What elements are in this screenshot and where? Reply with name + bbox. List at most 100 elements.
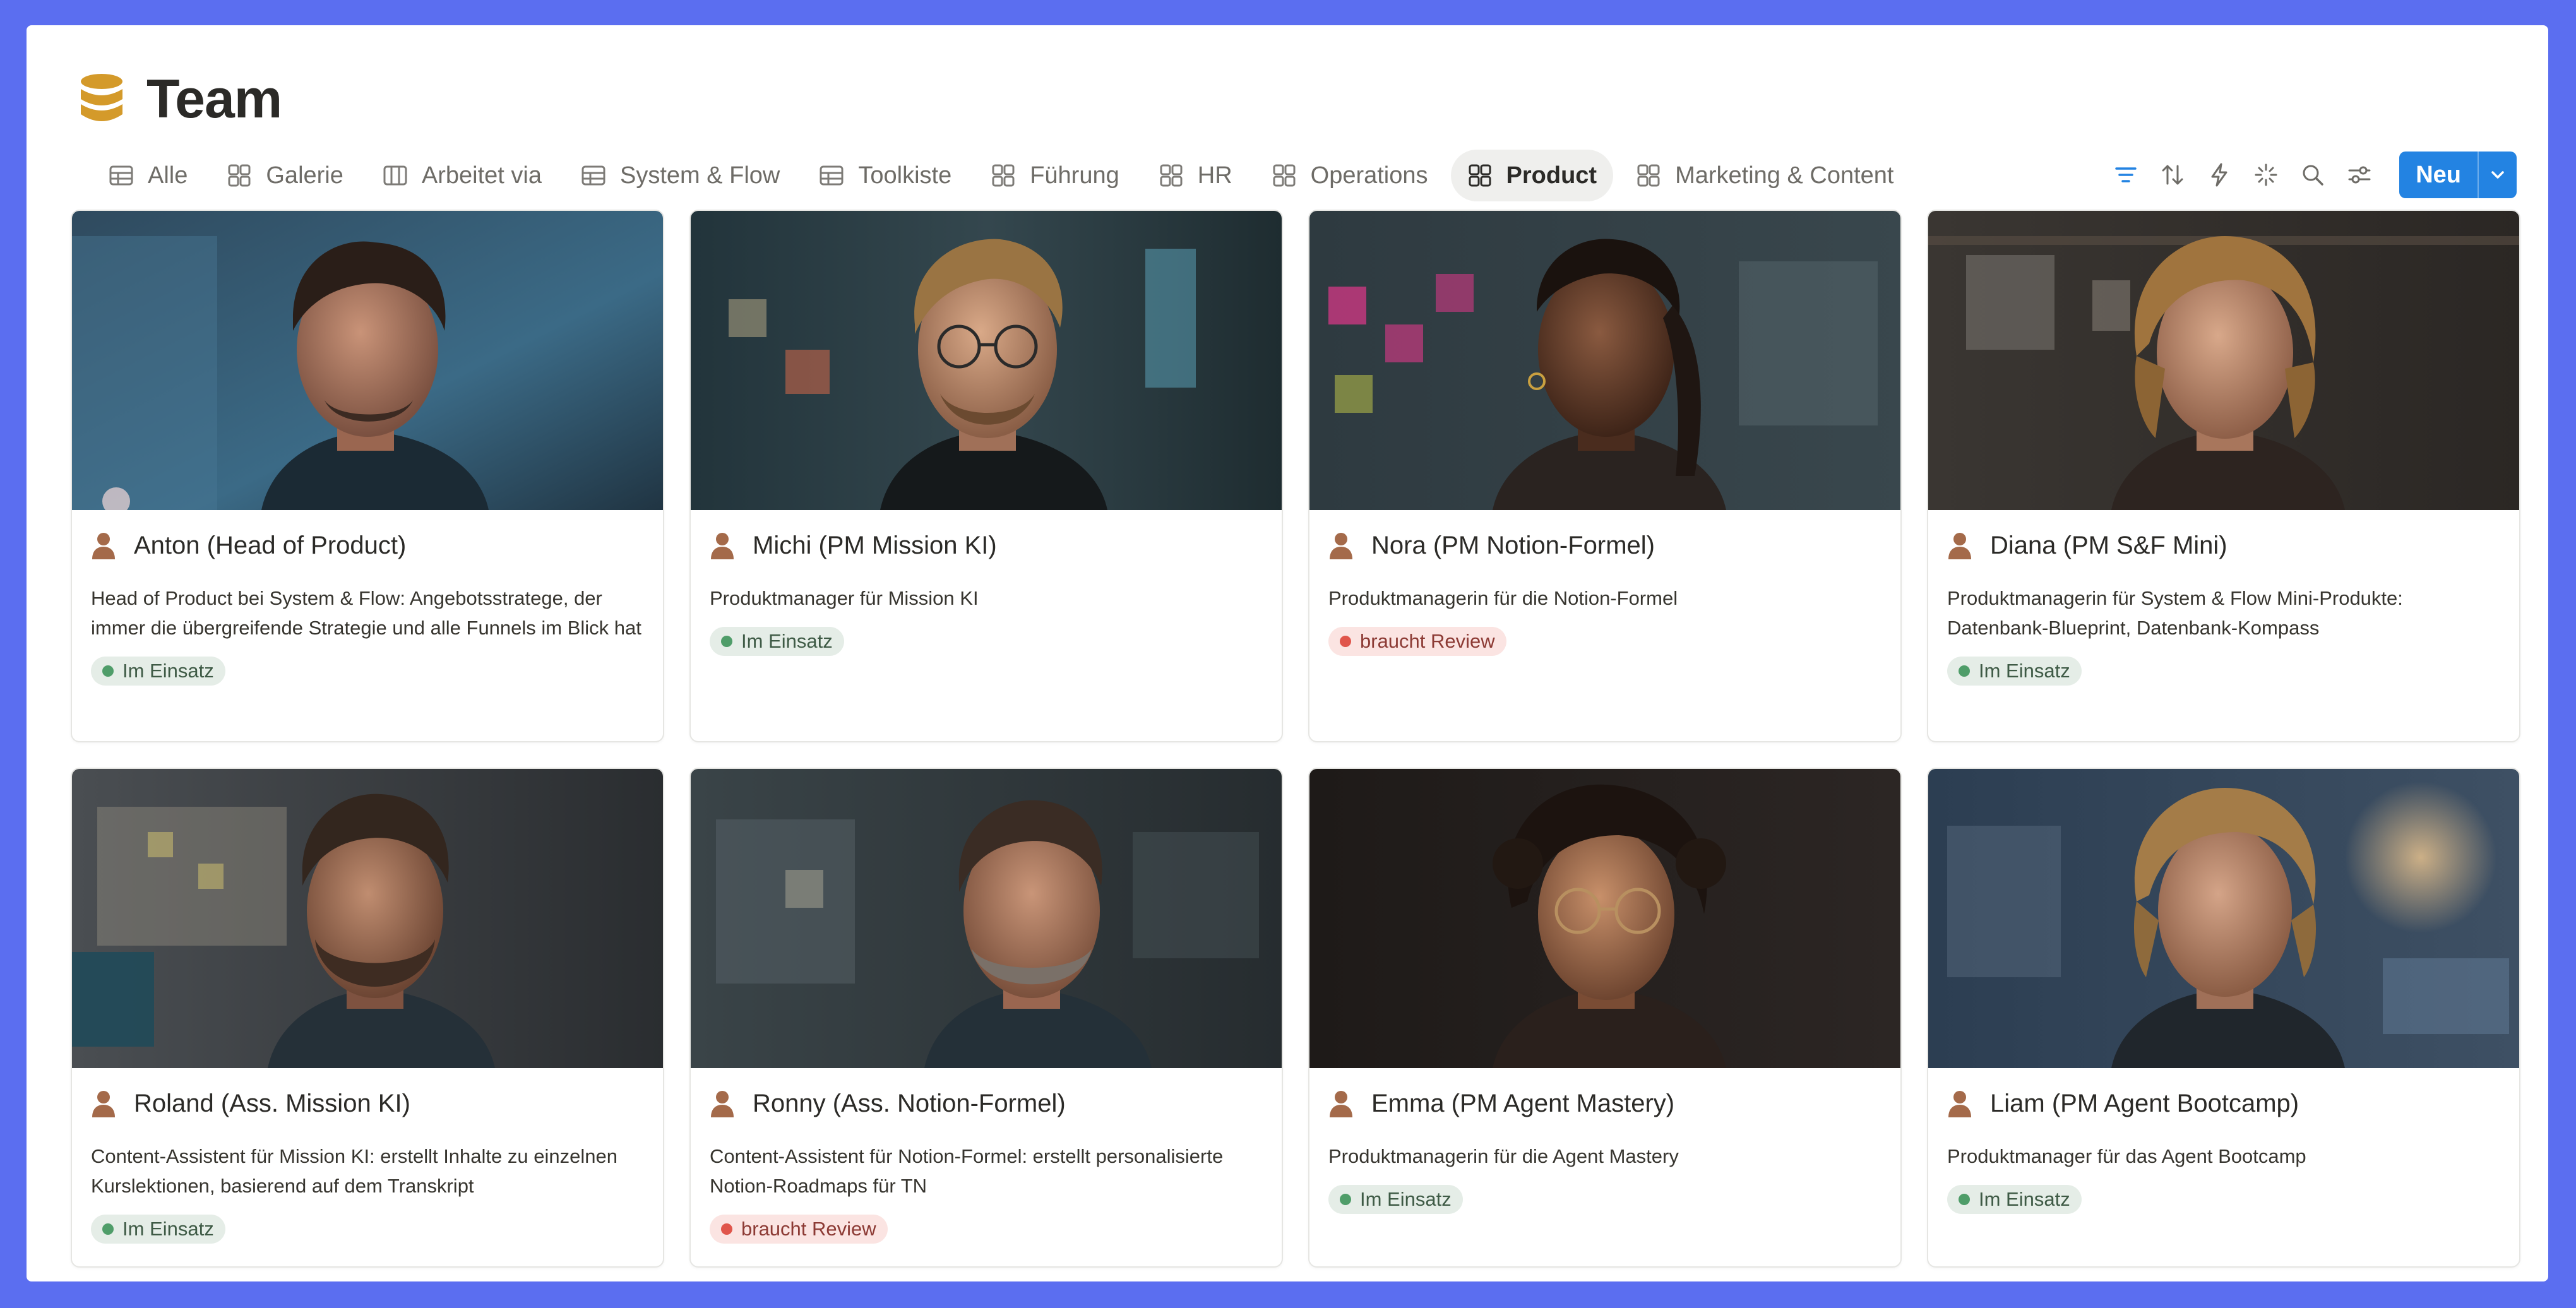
- tab-system-flow[interactable]: System & Flow: [564, 150, 796, 201]
- card-title[interactable]: Emma (PM Agent Mastery): [1371, 1090, 1674, 1118]
- tab-fuehrung[interactable]: Führung: [974, 150, 1136, 201]
- tab-marketing-content[interactable]: Marketing & Content: [1619, 150, 1910, 201]
- tab-label: System & Flow: [619, 162, 780, 189]
- card-description: Produktmanagerin für die Agent Mastery: [1328, 1145, 1679, 1167]
- gallery-icon: [1273, 164, 1296, 187]
- filter-icon[interactable]: [2102, 152, 2149, 198]
- tab-label: Product: [1506, 162, 1597, 189]
- status-label: Im Einsatz: [1979, 660, 2070, 682]
- status-dot: [102, 1223, 114, 1235]
- tab-operations[interactable]: Operations: [1255, 150, 1445, 201]
- card-title[interactable]: Diana (PM S&F Mini): [1990, 532, 2227, 560]
- card-cover-photo: [691, 769, 1282, 1068]
- card-cover-photo: [72, 211, 663, 510]
- person-icon: [711, 1091, 734, 1117]
- tab-label: Marketing & Content: [1675, 162, 1894, 189]
- card-title[interactable]: Roland (Ass. Mission KI): [134, 1090, 410, 1118]
- database-icon: [81, 74, 122, 121]
- tab-arbeitet-via[interactable]: Arbeitet via: [366, 150, 558, 201]
- sort-icon[interactable]: [2149, 152, 2196, 198]
- automation-icon[interactable]: [2196, 152, 2243, 198]
- status-label: Im Einsatz: [1360, 1188, 1452, 1210]
- card-description: Head of Product bei System & Flow: Angeb…: [91, 587, 641, 639]
- card-title[interactable]: Liam (PM Agent Bootcamp): [1990, 1090, 2299, 1118]
- person-icon: [1330, 1091, 1352, 1117]
- status-dot: [1340, 636, 1351, 647]
- gallery-card[interactable]: Emma (PM Agent Mastery) Produktmanagerin…: [1308, 768, 1902, 1268]
- page-title: Team: [146, 68, 282, 129]
- ai-sparkle-icon[interactable]: [2243, 152, 2289, 198]
- gallery-card[interactable]: Diana (PM S&F Mini) Produktmanagerin für…: [1927, 210, 2520, 742]
- gallery-icon: [228, 164, 251, 187]
- card-description: Content-Assistent für Mission KI: erstel…: [91, 1145, 617, 1197]
- card-description: Produktmanager für das Agent Bootcamp: [1947, 1145, 2306, 1167]
- person-icon: [1948, 1091, 1971, 1117]
- table-icon: [820, 165, 844, 186]
- status-dot: [1959, 665, 1970, 677]
- status-badge: Im Einsatz: [710, 627, 844, 656]
- card-description: Produktmanagerin für die Notion-Formel: [1328, 587, 1678, 609]
- status-badge: Im Einsatz: [1947, 1185, 2082, 1214]
- tab-toolkiste[interactable]: Toolkiste: [802, 150, 968, 201]
- card-title[interactable]: Anton (Head of Product): [134, 532, 406, 560]
- card-cover-photo: [691, 211, 1282, 510]
- gallery-icon: [1469, 164, 1491, 187]
- card-title[interactable]: Nora (PM Notion-Formel): [1371, 532, 1655, 560]
- status-badge: Im Einsatz: [1328, 1185, 1463, 1214]
- new-button-label[interactable]: Neu: [2399, 152, 2478, 198]
- card-cover-photo: [1309, 211, 1900, 510]
- tab-hr[interactable]: HR: [1142, 150, 1249, 201]
- status-label: Im Einsatz: [741, 630, 833, 652]
- toolbar: Neu: [2102, 152, 2517, 198]
- card-cover-photo: [1309, 769, 1900, 1068]
- card-cover-photo: [72, 769, 663, 1068]
- status-label: braucht Review: [1360, 630, 1495, 652]
- gallery-icon: [1637, 164, 1660, 187]
- gallery-card[interactable]: Michi (PM Mission KI) Produktmanager für…: [689, 210, 1283, 742]
- status-dot: [721, 636, 732, 647]
- status-dot: [721, 1223, 732, 1235]
- status-label: braucht Review: [741, 1218, 876, 1240]
- tab-label: Operations: [1310, 162, 1428, 189]
- settings-sliders-icon[interactable]: [2336, 152, 2383, 198]
- tab-label: Führung: [1030, 162, 1119, 189]
- tab-label: Arbeitet via: [421, 162, 542, 189]
- tab-galerie[interactable]: Galerie: [210, 150, 360, 201]
- tab-label: Galerie: [266, 162, 343, 189]
- tab-label: Alle: [148, 162, 188, 189]
- tab-alle[interactable]: Alle: [92, 150, 204, 201]
- card-description: Produktmanagerin für System & Flow Mini-…: [1947, 587, 2403, 639]
- card-description: Produktmanager für Mission KI: [710, 587, 979, 609]
- status-badge: Im Einsatz: [91, 1215, 225, 1244]
- person-icon: [1948, 533, 1971, 559]
- card-description: Content-Assistent für Notion-Formel: ers…: [710, 1145, 1224, 1197]
- status-badge: Im Einsatz: [91, 657, 225, 686]
- card-title[interactable]: Ronny (Ass. Notion-Formel): [753, 1090, 1066, 1118]
- status-badge: Im Einsatz: [1947, 657, 2082, 686]
- tab-label: Toolkiste: [858, 162, 952, 189]
- search-icon[interactable]: [2289, 152, 2336, 198]
- status-dot: [1959, 1194, 1970, 1205]
- tab-product[interactable]: Product: [1450, 150, 1614, 201]
- person-icon: [92, 533, 115, 559]
- status-label: Im Einsatz: [1979, 1188, 2070, 1210]
- status-dot: [102, 665, 114, 677]
- card-title[interactable]: Michi (PM Mission KI): [753, 532, 997, 560]
- gallery-icon: [1160, 164, 1183, 187]
- new-button[interactable]: Neu: [2399, 152, 2517, 198]
- person-icon: [92, 1091, 115, 1117]
- status-label: Im Einsatz: [122, 660, 214, 682]
- tab-label: HR: [1197, 162, 1232, 189]
- gallery-grid: Anton (Head of Product) Head of Product …: [71, 210, 2520, 1268]
- table-icon: [581, 165, 605, 186]
- status-label: Im Einsatz: [122, 1218, 214, 1240]
- gallery-card[interactable]: Roland (Ass. Mission KI) Content-Assiste…: [71, 768, 664, 1268]
- gallery-card[interactable]: Liam (PM Agent Bootcamp) Produktmanager …: [1927, 768, 2520, 1268]
- gallery-card[interactable]: Nora (PM Notion-Formel) Produktmanagerin…: [1308, 210, 1902, 742]
- gallery-card[interactable]: Anton (Head of Product) Head of Product …: [71, 210, 664, 742]
- chevron-down-icon[interactable]: [2479, 152, 2517, 198]
- person-icon: [1330, 533, 1352, 559]
- view-tabs: Alle Galerie Arbeitet via System & Flow …: [92, 149, 1917, 202]
- gallery-card[interactable]: Ronny (Ass. Notion-Formel) Content-Assis…: [689, 768, 1283, 1268]
- status-dot: [1340, 1194, 1351, 1205]
